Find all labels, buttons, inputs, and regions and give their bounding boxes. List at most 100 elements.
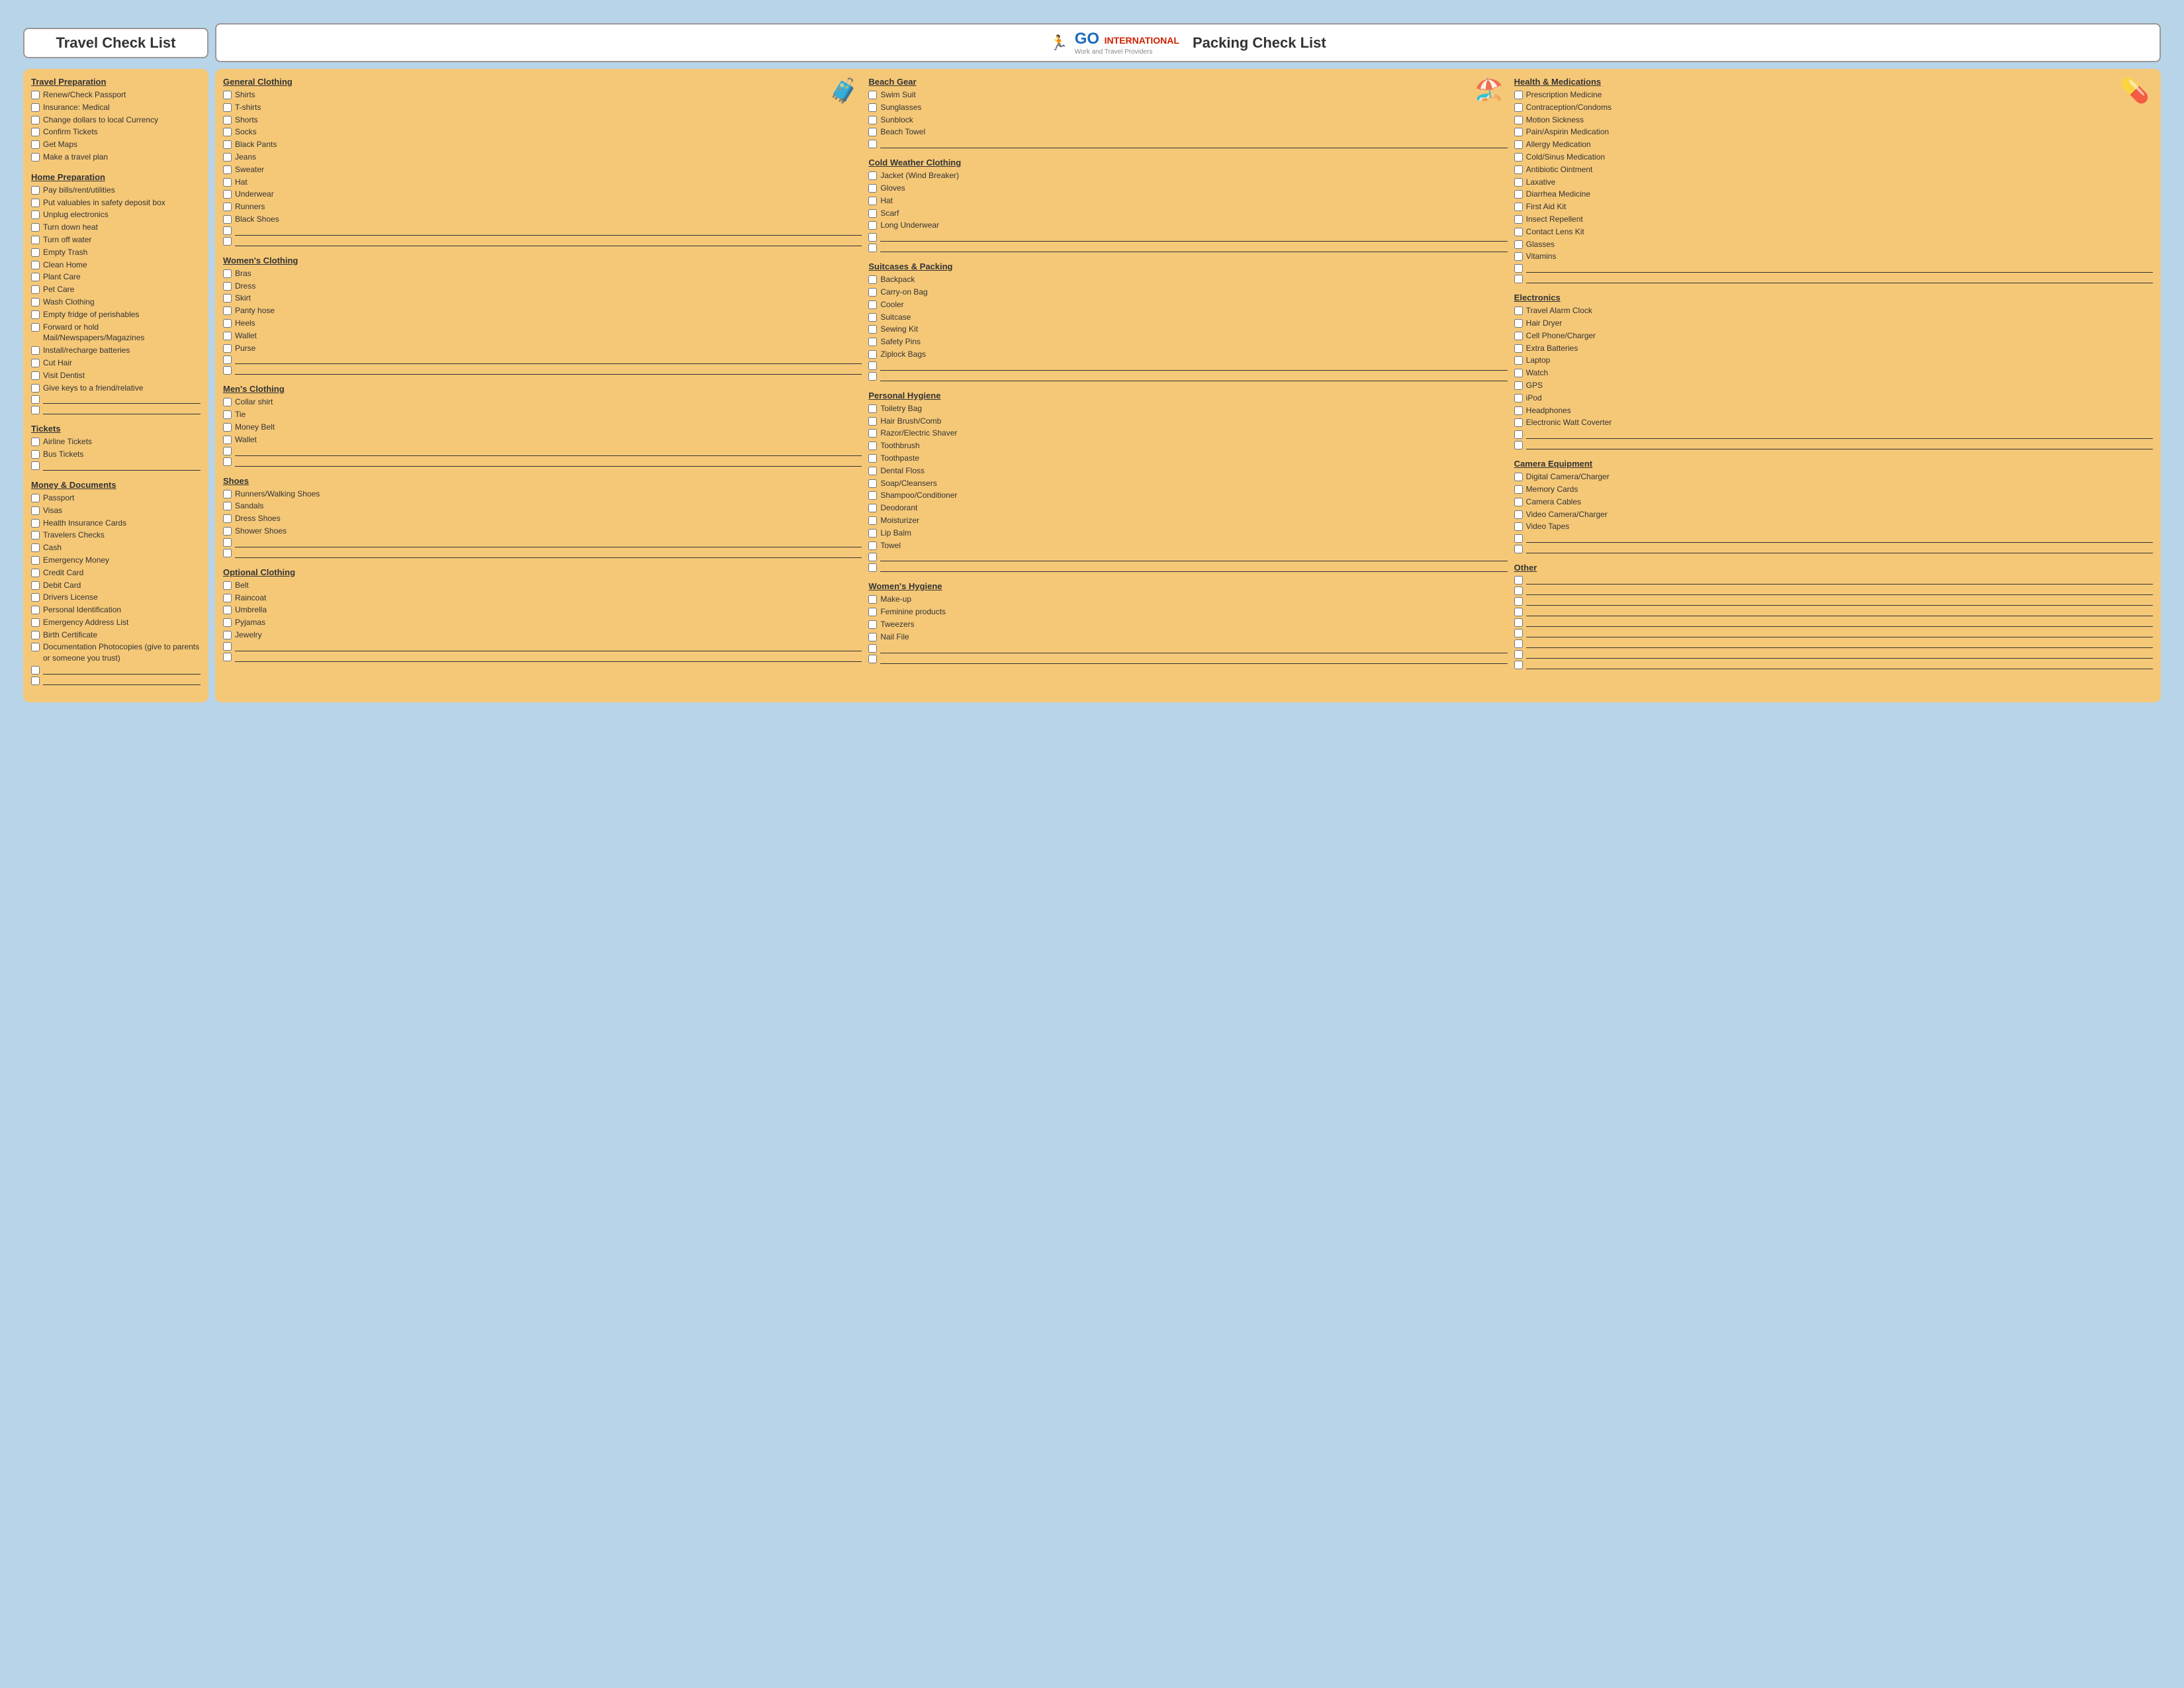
checkbox[interactable] <box>1514 597 1523 606</box>
checkbox[interactable] <box>223 447 232 455</box>
checkbox[interactable] <box>868 244 877 252</box>
checkbox[interactable] <box>868 404 877 413</box>
checkbox[interactable] <box>31 531 40 539</box>
checkbox[interactable] <box>223 282 232 291</box>
checkbox[interactable] <box>31 506 40 515</box>
checkbox[interactable] <box>223 203 232 211</box>
checkbox[interactable] <box>31 223 40 232</box>
checkbox[interactable] <box>1514 473 1523 481</box>
checkbox[interactable] <box>223 457 232 466</box>
checkbox[interactable] <box>223 527 232 536</box>
checkbox[interactable] <box>223 514 232 523</box>
checkbox[interactable] <box>868 221 877 230</box>
checkbox[interactable] <box>1514 128 1523 136</box>
checkbox[interactable] <box>31 618 40 627</box>
checkbox[interactable] <box>868 128 877 136</box>
checkbox[interactable] <box>1514 394 1523 402</box>
checkbox[interactable] <box>1514 498 1523 506</box>
checkbox[interactable] <box>223 190 232 199</box>
checkbox[interactable] <box>868 504 877 512</box>
checkbox[interactable] <box>1514 140 1523 149</box>
checkbox[interactable] <box>223 237 232 246</box>
checkbox[interactable] <box>31 395 40 404</box>
checkbox[interactable] <box>31 261 40 269</box>
checkbox[interactable] <box>868 655 877 663</box>
checkbox[interactable] <box>868 541 877 550</box>
checkbox[interactable] <box>868 454 877 463</box>
checkbox[interactable] <box>868 361 877 370</box>
checkbox[interactable] <box>1514 203 1523 211</box>
checkbox[interactable] <box>31 285 40 294</box>
checkbox[interactable] <box>31 543 40 552</box>
checkbox[interactable] <box>31 461 40 470</box>
checkbox[interactable] <box>1514 441 1523 449</box>
checkbox[interactable] <box>868 417 877 426</box>
checkbox[interactable] <box>223 226 232 235</box>
checkbox[interactable] <box>1514 639 1523 648</box>
checkbox[interactable] <box>1514 545 1523 553</box>
checkbox[interactable] <box>223 410 232 419</box>
checkbox[interactable] <box>868 140 877 148</box>
checkbox[interactable] <box>223 215 232 224</box>
checkbox[interactable] <box>223 103 232 112</box>
checkbox[interactable] <box>31 593 40 602</box>
checkbox[interactable] <box>31 631 40 639</box>
checkbox[interactable] <box>223 436 232 444</box>
checkbox[interactable] <box>31 406 40 414</box>
checkbox[interactable] <box>31 103 40 112</box>
checkbox[interactable] <box>1514 576 1523 585</box>
checkbox[interactable] <box>1514 369 1523 377</box>
checkbox[interactable] <box>223 631 232 639</box>
checkbox[interactable] <box>868 301 877 309</box>
checkbox[interactable] <box>868 171 877 180</box>
checkbox[interactable] <box>31 91 40 99</box>
checkbox[interactable] <box>1514 485 1523 494</box>
checkbox[interactable] <box>223 344 232 353</box>
checkbox[interactable] <box>868 91 877 99</box>
checkbox[interactable] <box>1514 153 1523 162</box>
checkbox[interactable] <box>223 178 232 187</box>
checkbox[interactable] <box>868 529 877 538</box>
checkbox[interactable] <box>868 595 877 604</box>
checkbox[interactable] <box>1514 116 1523 124</box>
checkbox[interactable] <box>868 209 877 218</box>
checkbox[interactable] <box>223 91 232 99</box>
checkbox[interactable] <box>31 199 40 207</box>
checkbox[interactable] <box>868 325 877 334</box>
checkbox[interactable] <box>31 273 40 281</box>
checkbox[interactable] <box>868 338 877 346</box>
checkbox[interactable] <box>223 366 232 375</box>
checkbox[interactable] <box>223 128 232 136</box>
checkbox[interactable] <box>31 494 40 502</box>
checkbox[interactable] <box>868 491 877 500</box>
checkbox[interactable] <box>868 233 877 242</box>
checkbox[interactable] <box>1514 608 1523 616</box>
checkbox[interactable] <box>868 184 877 193</box>
checkbox[interactable] <box>31 569 40 577</box>
checkbox[interactable] <box>868 563 877 572</box>
checkbox[interactable] <box>31 677 40 685</box>
checkbox[interactable] <box>868 479 877 488</box>
checkbox[interactable] <box>1514 344 1523 353</box>
checkbox[interactable] <box>223 423 232 432</box>
checkbox[interactable] <box>1514 228 1523 236</box>
checkbox[interactable] <box>31 186 40 195</box>
checkbox[interactable] <box>31 359 40 367</box>
checkbox[interactable] <box>868 288 877 297</box>
checkbox[interactable] <box>1514 510 1523 519</box>
checkbox[interactable] <box>223 581 232 590</box>
checkbox[interactable] <box>868 429 877 438</box>
checkbox[interactable] <box>31 581 40 590</box>
checkbox[interactable] <box>1514 165 1523 174</box>
checkbox[interactable] <box>31 606 40 614</box>
checkbox[interactable] <box>1514 618 1523 627</box>
checkbox[interactable] <box>1514 661 1523 669</box>
checkbox[interactable] <box>868 442 877 450</box>
checkbox[interactable] <box>868 275 877 284</box>
checkbox[interactable] <box>1514 586 1523 595</box>
checkbox[interactable] <box>1514 381 1523 390</box>
checkbox[interactable] <box>223 549 232 557</box>
checkbox[interactable] <box>223 319 232 328</box>
checkbox[interactable] <box>31 310 40 319</box>
checkbox[interactable] <box>1514 629 1523 637</box>
